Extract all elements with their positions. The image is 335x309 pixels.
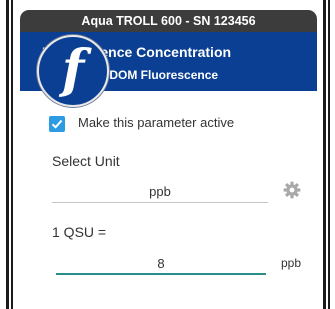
select-unit-label: Select Unit xyxy=(52,153,120,169)
device-bezel-right-inner xyxy=(328,0,330,309)
device-bezel-left xyxy=(6,0,9,309)
qsu-label: 1 QSU = xyxy=(52,224,107,240)
active-checkbox[interactable] xyxy=(49,116,65,132)
active-checkbox-label[interactable]: Make this parameter active xyxy=(78,115,234,130)
gear-icon[interactable] xyxy=(283,181,301,199)
unit-select[interactable]: ppb xyxy=(52,182,268,203)
device-bezel-left-inner xyxy=(11,0,13,309)
qsu-value-input[interactable] xyxy=(56,254,266,275)
facebook-logo-icon: f xyxy=(37,35,109,107)
qsu-unit-label: ppb xyxy=(281,256,302,270)
facebook-logo-letter: f xyxy=(61,39,85,100)
device-bezel-right xyxy=(323,0,326,309)
checkmark-icon xyxy=(51,119,63,129)
device-title: Aqua TROLL 600 - SN 123456 xyxy=(81,14,256,28)
device-status-bar: Aqua TROLL 600 - SN 123456 xyxy=(20,10,317,32)
